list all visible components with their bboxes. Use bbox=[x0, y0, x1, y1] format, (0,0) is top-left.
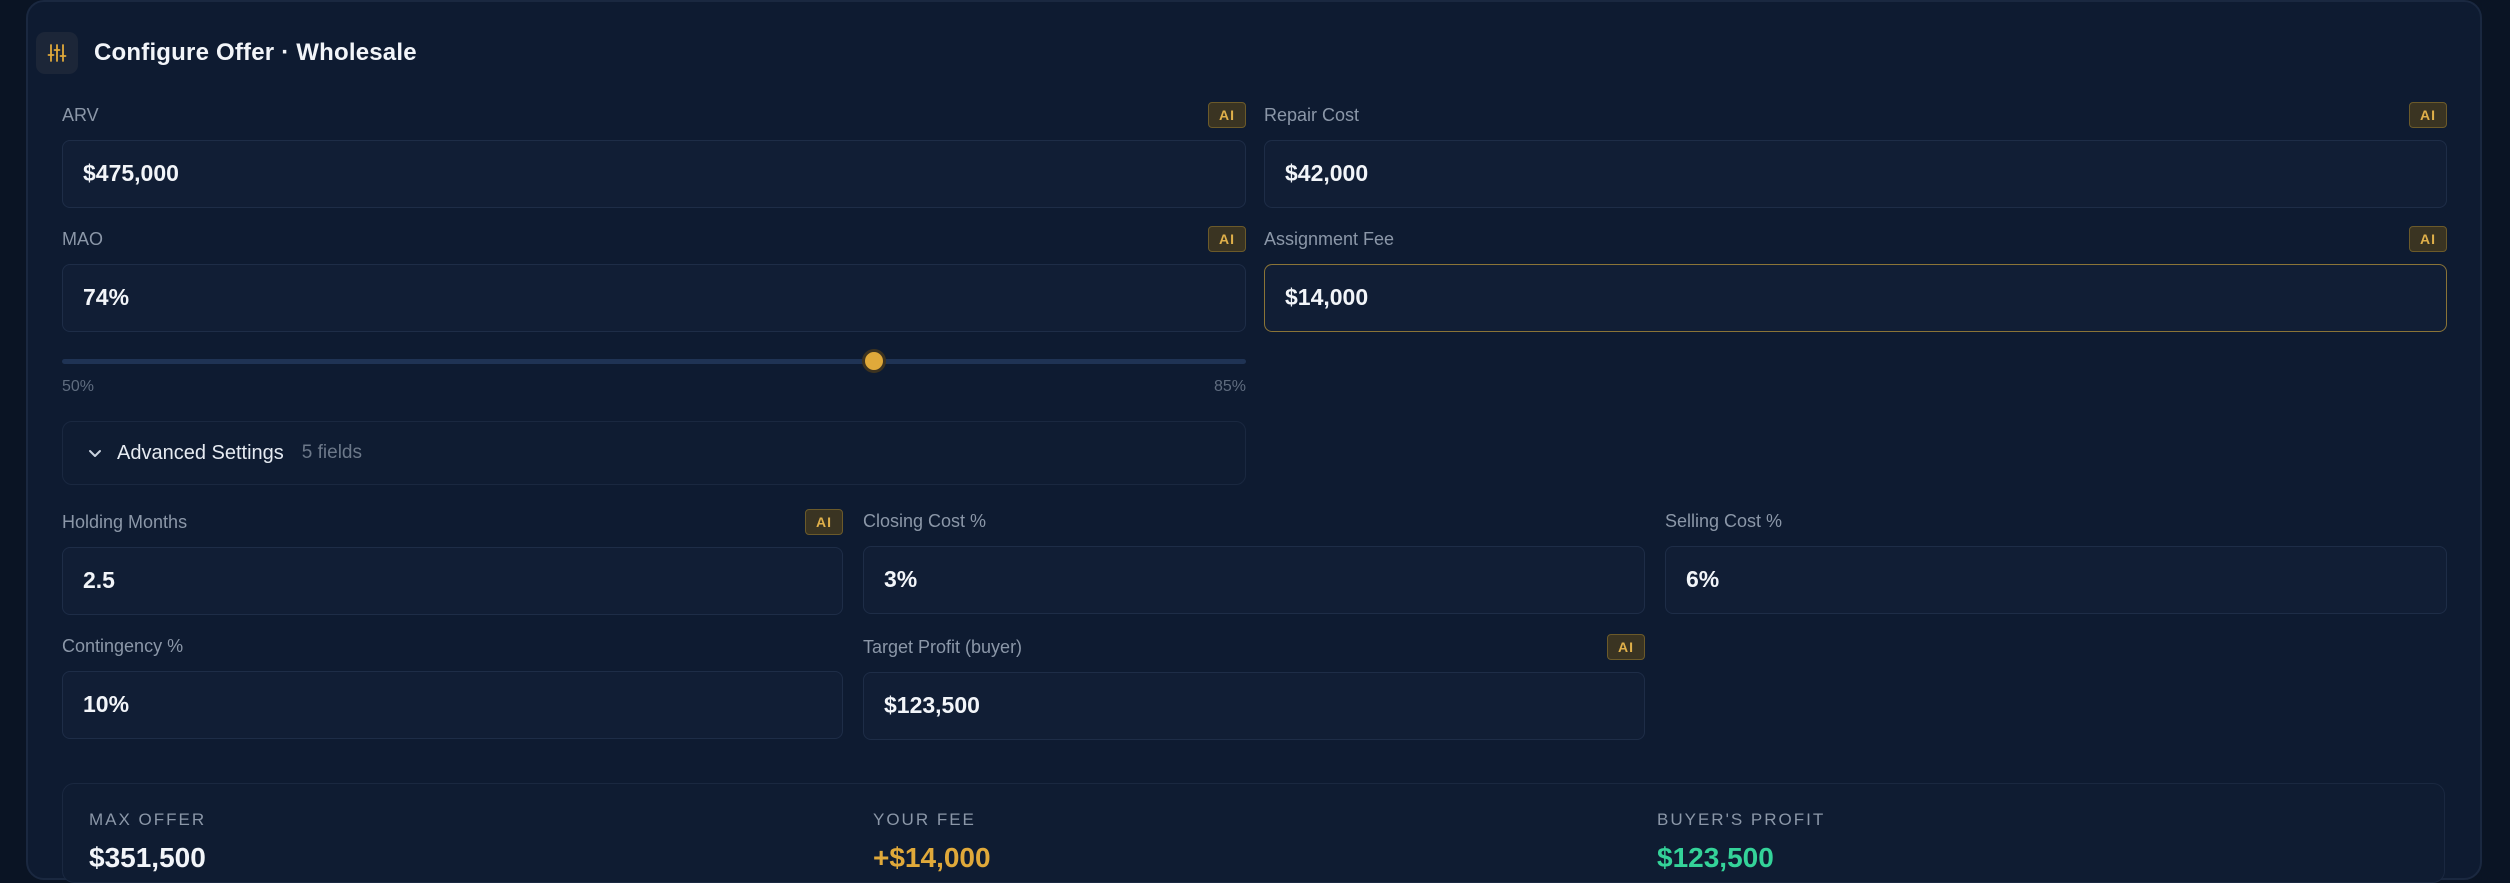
arv-label: ARV bbox=[62, 105, 99, 125]
selling-cost-input[interactable]: 6% bbox=[1665, 546, 2447, 614]
your-fee-stat: YOUR FEE +$14,000 bbox=[873, 810, 991, 874]
buyers-profit-label: BUYER'S PROFIT bbox=[1657, 810, 1826, 829]
sliders-icon bbox=[36, 32, 78, 74]
closing-cost-label: Closing Cost % bbox=[863, 511, 987, 531]
contingency-label: Contingency % bbox=[62, 636, 184, 656]
your-fee-value: +$14,000 bbox=[873, 842, 991, 873]
selling-cost-label: Selling Cost % bbox=[1665, 511, 1783, 531]
page-title: Configure Offer · Wholesale bbox=[94, 39, 417, 66]
slider-track[interactable] bbox=[62, 359, 1246, 364]
holding-months-field: Holding Months AI 2.5 bbox=[62, 509, 843, 615]
max-offer-value: $351,500 bbox=[89, 842, 206, 873]
slider-handle[interactable] bbox=[861, 349, 886, 373]
ai-suggest-button[interactable]: AI bbox=[2409, 226, 2447, 252]
max-offer-stat: MAX OFFER $351,500 bbox=[89, 810, 206, 874]
selling-cost-field: Selling Cost % 6% bbox=[1665, 510, 2447, 614]
slider-min-label: 50% bbox=[62, 378, 95, 395]
target-profit-input[interactable]: $123,500 bbox=[863, 672, 1645, 740]
max-offer-label: MAX OFFER bbox=[89, 810, 207, 829]
repair-cost-field: Repair Cost AI $42,000 bbox=[1264, 102, 2447, 208]
holding-months-input[interactable]: 2.5 bbox=[62, 547, 843, 615]
holding-months-label: Holding Months bbox=[62, 512, 188, 532]
mao-input[interactable]: 74% bbox=[62, 264, 1246, 332]
arv-input[interactable]: $475,000 bbox=[62, 140, 1246, 208]
advanced-settings-count: 5 fields bbox=[301, 442, 362, 463]
ai-suggest-button[interactable]: AI bbox=[1607, 634, 1645, 660]
assignment-fee-label: Assignment Fee bbox=[1264, 229, 1395, 249]
mao-label: MAO bbox=[62, 229, 104, 249]
chevron-down-icon bbox=[87, 444, 105, 462]
contingency-field: Contingency % 10% bbox=[62, 635, 843, 739]
your-fee-label: YOUR FEE bbox=[873, 810, 976, 829]
ai-suggest-button[interactable]: AI bbox=[2409, 102, 2447, 128]
panel-header: Configure Offer · Wholesale bbox=[36, 32, 417, 74]
ai-suggest-button[interactable]: AI bbox=[805, 509, 843, 535]
repair-cost-input[interactable]: $42,000 bbox=[1264, 140, 2447, 208]
arv-field: ARV AI $475,000 bbox=[62, 102, 1246, 208]
mao-field: MAO AI 74% bbox=[62, 226, 1246, 332]
buyers-profit-stat: BUYER'S PROFIT $123,500 bbox=[1657, 810, 1825, 874]
mao-slider[interactable]: 50% 85% bbox=[62, 348, 1246, 408]
buyers-profit-value: $123,500 bbox=[1657, 842, 1774, 873]
advanced-settings-toggle[interactable]: Advanced Settings 5 fields bbox=[62, 421, 1246, 485]
assignment-fee-input[interactable]: $14,000 bbox=[1264, 264, 2447, 332]
advanced-settings-label: Advanced Settings bbox=[117, 441, 284, 464]
offer-summary: MAX OFFER $351,500 YOUR FEE +$14,000 BUY… bbox=[62, 783, 2445, 883]
assignment-fee-field: Assignment Fee AI $14,000 bbox=[1264, 226, 2447, 332]
closing-cost-input[interactable]: 3% bbox=[863, 546, 1645, 614]
repair-cost-label: Repair Cost bbox=[1264, 105, 1360, 125]
target-profit-label: Target Profit (buyer) bbox=[863, 637, 1023, 657]
contingency-input[interactable]: 10% bbox=[62, 671, 843, 739]
slider-max-label: 85% bbox=[1213, 378, 1246, 395]
ai-suggest-button[interactable]: AI bbox=[1208, 102, 1246, 128]
ai-suggest-button[interactable]: AI bbox=[1208, 226, 1246, 252]
closing-cost-field: Closing Cost % 3% bbox=[863, 510, 1645, 614]
target-profit-field: Target Profit (buyer) AI $123,500 bbox=[863, 634, 1645, 740]
